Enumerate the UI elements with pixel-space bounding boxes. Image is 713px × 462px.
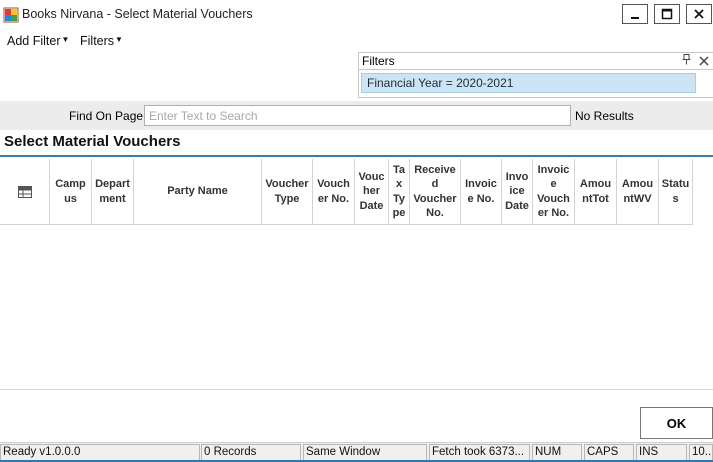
app-logo-icon — [3, 7, 19, 23]
find-bar: Find On Page No Results — [0, 101, 713, 130]
filters-menu-label: Filters — [80, 34, 115, 48]
filters-panel: Filters Financial Year = 2020-2021 — [358, 52, 713, 98]
minimize-icon — [631, 17, 639, 19]
find-input[interactable] — [144, 105, 571, 126]
add-filter-label: Add Filter — [7, 34, 61, 48]
vouchers-grid[interactable]: Camp us Depart ment Party Name Voucher T… — [0, 159, 713, 391]
status-ins: INS — [636, 444, 687, 461]
pin-icon[interactable] — [682, 54, 691, 68]
maximize-icon — [661, 8, 673, 20]
column-header-amount-wv[interactable]: Amou ntWV — [617, 159, 659, 225]
filters-panel-title: Filters — [362, 54, 395, 68]
find-result-text: No Results — [575, 109, 634, 123]
status-fetch-time: Fetch took 6373... — [429, 444, 530, 461]
status-caps: CAPS — [584, 444, 634, 461]
caret-down-icon: ▼ — [61, 35, 70, 44]
maximize-button[interactable] — [654, 4, 680, 24]
title-bar: Books Nirvana - Select Material Vouchers — [0, 0, 713, 29]
minimize-button[interactable] — [622, 4, 648, 24]
column-header-voucher-date[interactable]: Vouc her Date — [355, 159, 389, 225]
column-header-invoice-no[interactable]: Invoic e No. — [461, 159, 502, 225]
close-window-button[interactable] — [686, 4, 712, 24]
page-title: Select Material Vouchers — [4, 133, 181, 150]
status-bar: Ready v1.0.0.0 0 Records Same Window Fet… — [0, 442, 713, 462]
filter-chip-financial-year[interactable]: Financial Year = 2020-2021 — [361, 73, 696, 93]
grid-bottom-border — [0, 389, 713, 390]
status-records: 0 Records — [201, 444, 301, 461]
close-icon — [694, 9, 704, 19]
table-grid-icon — [17, 185, 32, 198]
column-chooser-button[interactable] — [0, 159, 50, 225]
column-header-campus[interactable]: Camp us — [50, 159, 92, 225]
caret-down-icon: ▼ — [115, 35, 123, 44]
status-num: NUM — [532, 444, 582, 461]
status-ready: Ready v1.0.0.0 — [0, 444, 200, 461]
find-label: Find On Page — [69, 109, 144, 123]
status-extra: 10... — [689, 444, 713, 461]
column-header-department[interactable]: Depart ment — [92, 159, 134, 225]
filters-panel-header: Filters — [359, 53, 713, 70]
column-header-tax-type[interactable]: Ta x Ty pe — [389, 159, 410, 225]
column-header-voucher-no[interactable]: Vouch er No. — [313, 159, 355, 225]
section-divider — [0, 155, 713, 157]
column-header-invoice-date[interactable]: Invo ice Date — [502, 159, 533, 225]
close-icon[interactable] — [699, 52, 709, 69]
ok-button[interactable]: OK — [640, 407, 713, 439]
add-filter-menu[interactable]: Add Filter▼ — [7, 34, 69, 48]
column-header-voucher-type[interactable]: Voucher Type — [262, 159, 313, 225]
column-header-received-voucher-no[interactable]: Receive d Voucher No. — [410, 159, 461, 225]
column-header-amount-tot[interactable]: Amou ntTot — [575, 159, 617, 225]
column-header-status[interactable]: Statu s — [659, 159, 693, 225]
window-title: Books Nirvana - Select Material Vouchers — [22, 7, 253, 21]
column-header-party-name[interactable]: Party Name — [134, 159, 262, 225]
column-header-invoice-voucher-no[interactable]: Invoic e Vouch er No. — [533, 159, 575, 225]
filters-menu[interactable]: Filters▼ — [80, 34, 123, 48]
status-window-mode: Same Window — [303, 444, 427, 461]
